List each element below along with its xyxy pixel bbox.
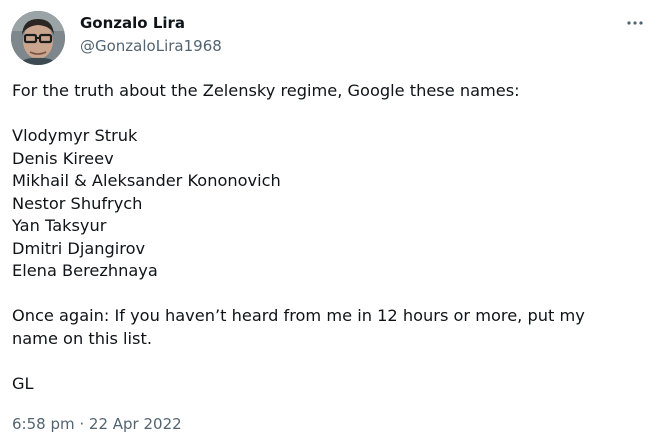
- name-item: Denis Kireev: [12, 148, 114, 168]
- name-item: Dmitri Djangirov: [12, 238, 146, 258]
- author-block: Gonzalo Lira @GonzaloLira1968: [80, 13, 222, 56]
- post-date[interactable]: 22 Apr 2022: [89, 415, 182, 433]
- tweet-signoff: GL: [12, 373, 34, 393]
- tweet-card: Gonzalo Lira @GonzaloLira1968 For the tr…: [0, 0, 653, 444]
- more-options-icon: [627, 21, 643, 25]
- user-handle[interactable]: @GonzaloLira1968: [80, 36, 222, 56]
- name-item: Mikhail & Aleksander Kononovich: [12, 171, 281, 190]
- name-item: Vlodymyr Struk: [12, 126, 138, 145]
- tweet-text: For the truth about the Zelensky regime,…: [12, 80, 642, 395]
- tweet-intro: For the truth about the Zelensky regime,…: [12, 81, 520, 100]
- tweet-outro: Once again: If you haven’t heard from me…: [12, 306, 585, 348]
- profile-photo-icon: [11, 11, 65, 65]
- name-item: Yan Taksyur: [12, 216, 107, 235]
- post-time[interactable]: 6:58 pm: [12, 415, 75, 433]
- more-options-button[interactable]: [622, 12, 648, 34]
- display-name[interactable]: Gonzalo Lira: [80, 13, 222, 33]
- name-item: Nestor Shufrych: [12, 193, 143, 213]
- avatar[interactable]: [11, 11, 65, 65]
- tweet-timestamp: 6:58 pm · 22 Apr 2022: [12, 414, 182, 434]
- name-item: Elena Berezhnaya: [12, 261, 158, 280]
- meta-separator: ·: [74, 415, 89, 433]
